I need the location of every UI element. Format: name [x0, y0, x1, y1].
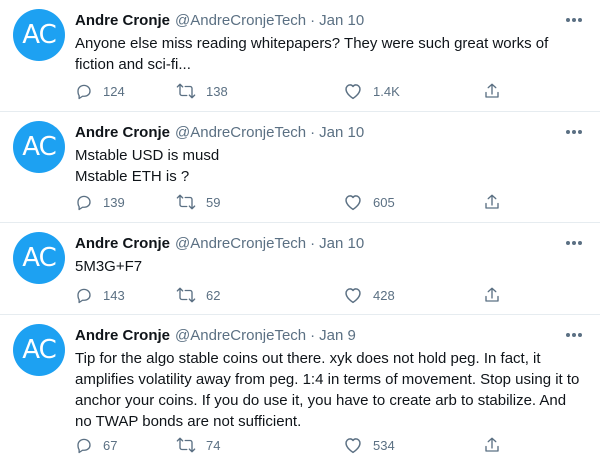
retweet-count: 62 [206, 287, 221, 303]
share-button[interactable] [483, 285, 501, 305]
like-count: 605 [373, 194, 395, 210]
retweet-count: 59 [206, 194, 221, 210]
tweet-date[interactable]: Jan 10 [319, 12, 364, 29]
more-options-icon[interactable] [564, 122, 584, 142]
tweet-header: Andre Cronje @AndreCronjeTech · Jan 10 [75, 233, 364, 253]
reply-count: 139 [103, 194, 125, 210]
like-button[interactable]: 428 [343, 285, 395, 305]
retweet-button[interactable]: 62 [176, 285, 220, 305]
reply-icon [77, 195, 91, 211]
author-handle[interactable]: @AndreCronjeTech [175, 124, 306, 141]
tweet-timeline: AC Andre Cronje @AndreCronjeTech · Jan 1… [0, 0, 600, 464]
reply-count: 124 [103, 83, 125, 99]
like-heart-icon [345, 195, 361, 211]
avatar[interactable]: AC [13, 232, 65, 284]
author-handle[interactable]: @AndreCronjeTech [175, 327, 306, 344]
author-name[interactable]: Andre Cronje [75, 12, 170, 29]
more-options-icon[interactable] [564, 10, 584, 30]
separator-dot: · [310, 11, 316, 29]
like-heart-icon [345, 288, 361, 304]
tweet[interactable]: AC Andre Cronje @AndreCronjeTech · Jan 1… [0, 0, 600, 112]
tweet-text: Tip for the algo stable coins out there.… [75, 350, 580, 430]
like-count: 428 [373, 287, 395, 303]
retweet-button[interactable]: 59 [176, 192, 220, 212]
separator-dot: · [310, 326, 316, 344]
tweet-header: Andre Cronje @AndreCronjeTech · Jan 10 [75, 122, 364, 142]
retweet-count: 74 [206, 437, 221, 453]
share-icon [485, 437, 499, 452]
separator-dot: · [310, 123, 316, 141]
tweet[interactable]: AC Andre Cronje @AndreCronjeTech · Jan 1… [0, 223, 600, 315]
tweet-text: Anyone else miss reading whitepapers? Th… [75, 35, 549, 73]
share-button[interactable] [483, 435, 501, 455]
share-button[interactable] [483, 192, 501, 212]
tweet-actions: 124 138 1.4K [75, 81, 505, 101]
tweet-text: 5M3G+F7 [75, 258, 143, 275]
retweet-icon [176, 437, 196, 453]
tweet-text: Mstable USD is musd Mstable ETH is ? [75, 147, 220, 185]
tweet-date[interactable]: Jan 9 [319, 327, 356, 344]
author-handle[interactable]: @AndreCronjeTech [175, 12, 306, 29]
retweet-count: 138 [206, 83, 228, 99]
reply-icon [77, 288, 91, 304]
retweet-icon [176, 194, 196, 210]
tweet-header: Andre Cronje @AndreCronjeTech · Jan 10 [75, 10, 364, 30]
tweet-date[interactable]: Jan 10 [319, 235, 364, 252]
like-count: 1.4K [373, 83, 400, 99]
reply-count: 67 [103, 437, 118, 453]
avatar[interactable]: AC [13, 324, 65, 376]
tweet-actions: 139 59 605 [75, 192, 505, 212]
author-name[interactable]: Andre Cronje [75, 235, 170, 252]
like-button[interactable]: 605 [343, 192, 395, 212]
reply-icon [77, 84, 91, 100]
retweet-icon [176, 287, 196, 303]
like-count: 534 [373, 437, 395, 453]
tweet-header: Andre Cronje @AndreCronjeTech · Jan 9 [75, 325, 356, 345]
more-options-icon[interactable] [564, 233, 584, 253]
author-name[interactable]: Andre Cronje [75, 124, 170, 141]
tweet-actions: 143 62 428 [75, 285, 505, 305]
tweet[interactable]: AC Andre Cronje @AndreCronjeTech · Jan 1… [0, 112, 600, 223]
tweet[interactable]: AC Andre Cronje @AndreCronjeTech · Jan 9… [0, 315, 600, 464]
author-handle[interactable]: @AndreCronjeTech [175, 235, 306, 252]
retweet-icon [176, 83, 196, 99]
share-icon [485, 287, 499, 302]
reply-icon [77, 438, 91, 454]
reply-button[interactable]: 124 [75, 81, 125, 101]
reply-count: 143 [103, 287, 125, 303]
like-button[interactable]: 534 [343, 435, 395, 455]
share-icon [485, 194, 499, 209]
like-heart-icon [345, 438, 361, 454]
author-name[interactable]: Andre Cronje [75, 327, 170, 344]
like-heart-icon [345, 84, 361, 100]
tweet-actions: 67 74 534 [75, 435, 505, 455]
avatar[interactable]: AC [13, 9, 65, 61]
reply-button[interactable]: 143 [75, 285, 125, 305]
like-button[interactable]: 1.4K [343, 81, 400, 101]
share-icon [485, 83, 499, 98]
reply-button[interactable]: 67 [75, 435, 117, 455]
reply-button[interactable]: 139 [75, 192, 125, 212]
more-options-icon[interactable] [564, 325, 584, 345]
retweet-button[interactable]: 138 [176, 81, 228, 101]
tweet-date[interactable]: Jan 10 [319, 124, 364, 141]
share-button[interactable] [483, 81, 501, 101]
avatar[interactable]: AC [13, 121, 65, 173]
separator-dot: · [310, 234, 316, 252]
retweet-button[interactable]: 74 [176, 435, 220, 455]
